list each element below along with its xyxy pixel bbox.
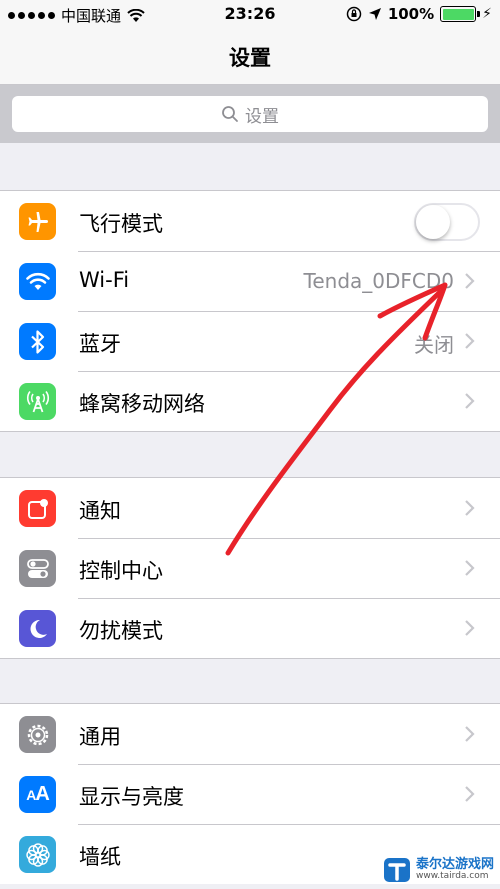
cellular-icon	[19, 383, 56, 420]
settings-row-general[interactable]: 通用	[0, 704, 500, 764]
cellular-label: 蜂窝移动网络	[79, 392, 205, 416]
bluetooth-label: 蓝牙	[79, 332, 121, 356]
watermark-logo-icon	[383, 858, 410, 882]
airplane-mode-toggle[interactable]	[414, 203, 480, 241]
battery-percent: 100%	[387, 5, 435, 23]
settings-row-airplane-mode[interactable]: 飞行模式	[0, 191, 500, 251]
notifications-label: 通知	[79, 499, 121, 523]
settings-group-connectivity: 飞行模式 Wi-Fi Tenda_0DFCD0 蓝牙 关闭 蜂窝移动网络	[0, 190, 500, 432]
display-icon: AA	[19, 776, 56, 813]
chevron-right-icon	[465, 393, 475, 409]
display-brightness-label: 显示与亮度	[79, 785, 184, 809]
settings-row-do-not-disturb[interactable]: 勿扰模式	[0, 598, 500, 658]
airplane-icon	[19, 203, 56, 240]
settings-row-notifications[interactable]: 通知	[0, 478, 500, 538]
search-bar-container: 设置	[0, 85, 500, 143]
moon-icon	[19, 610, 56, 647]
settings-group-notifications: 通知 控制中心 勿扰模式	[0, 477, 500, 659]
settings-row-wifi[interactable]: Wi-Fi Tenda_0DFCD0	[0, 251, 500, 311]
chevron-right-icon	[465, 333, 475, 349]
battery-icon	[440, 6, 481, 22]
status-bar: 中国联通 23:26 100% ⚡	[0, 0, 500, 30]
wifi-icon	[19, 263, 56, 300]
general-label: 通用	[79, 725, 121, 749]
bluetooth-status-value: 关闭	[414, 333, 454, 357]
wifi-network-value: Tenda_0DFCD0	[303, 269, 454, 293]
settings-row-cellular[interactable]: 蜂窝移动网络	[0, 371, 500, 431]
search-input[interactable]: 设置	[12, 96, 488, 132]
nav-bar: 设置	[0, 30, 500, 85]
wallpaper-label: 墙纸	[79, 845, 121, 869]
search-icon	[222, 106, 238, 122]
bluetooth-icon	[19, 323, 56, 360]
chevron-right-icon	[465, 786, 475, 802]
gear-icon	[19, 716, 56, 753]
do-not-disturb-label: 勿扰模式	[79, 619, 163, 643]
control-center-icon	[19, 550, 56, 587]
chevron-right-icon	[465, 620, 475, 636]
charging-icon: ⚡	[482, 6, 492, 22]
watermark: 泰尔达游戏网 www.tairda.com	[382, 855, 494, 885]
search-placeholder: 设置	[245, 106, 279, 127]
settings-row-control-center[interactable]: 控制中心	[0, 538, 500, 598]
watermark-name: 泰尔达游戏网	[415, 856, 494, 872]
airplane-mode-label: 飞行模式	[79, 212, 163, 236]
wallpaper-icon	[19, 836, 56, 873]
chevron-right-icon	[465, 500, 475, 516]
chevron-right-icon	[465, 273, 475, 289]
page-title: 设置	[229, 46, 271, 70]
notifications-icon	[19, 490, 56, 527]
rotation-lock-icon	[346, 6, 362, 22]
settings-row-display-brightness[interactable]: AA 显示与亮度	[0, 764, 500, 824]
location-icon	[368, 8, 381, 20]
chevron-right-icon	[465, 726, 475, 742]
status-right: 100% ⚡	[346, 5, 492, 23]
settings-row-bluetooth[interactable]: 蓝牙 关闭	[0, 311, 500, 371]
wifi-label: Wi-Fi	[79, 268, 130, 292]
control-center-label: 控制中心	[79, 559, 163, 583]
chevron-right-icon	[465, 560, 475, 576]
watermark-url: www.tairda.com	[415, 871, 489, 882]
